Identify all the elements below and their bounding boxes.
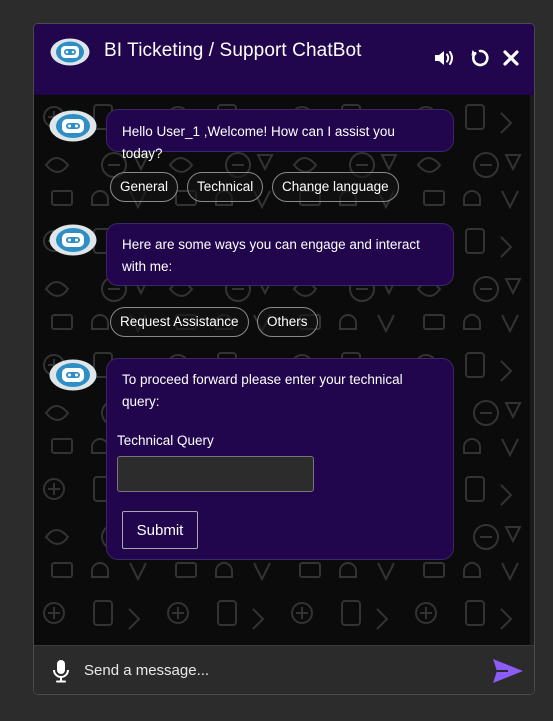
message-input[interactable]	[84, 656, 474, 684]
option-technical-chip[interactable]: Technical	[187, 172, 264, 202]
microphone-icon[interactable]	[52, 659, 70, 688]
technical-query-label: Technical Query	[117, 433, 214, 448]
submit-button[interactable]: Submit	[122, 511, 198, 549]
bot-message: Hello User_1 ,Welcome! How can I assist …	[106, 109, 454, 161]
refresh-icon[interactable]	[468, 46, 492, 70]
option-change-language-chip[interactable]: Change language	[272, 172, 399, 202]
bot-avatar	[49, 359, 97, 396]
message-text: To proceed forward please enter your tec…	[122, 372, 403, 409]
send-icon[interactable]	[492, 658, 524, 689]
bot-message: Here are some ways you can engage and in…	[106, 223, 454, 286]
option-request-assistance-chip[interactable]: Request Assistance	[110, 307, 249, 337]
close-icon[interactable]	[499, 46, 523, 70]
message-text: Here are some ways you can engage and in…	[122, 237, 420, 274]
bot-avatar	[49, 110, 97, 147]
option-others-chip[interactable]: Others	[257, 307, 318, 337]
speaker-icon[interactable]	[432, 46, 456, 70]
option-general-chip[interactable]: General	[110, 172, 179, 202]
chatbot-window: BI Ticketing / Support ChatBot Hello Use…	[33, 23, 535, 695]
technical-query-input[interactable]	[117, 456, 314, 492]
chat-header: BI Ticketing / Support ChatBot	[34, 24, 534, 95]
message-composer	[34, 645, 534, 694]
technical-query-form-message: To proceed forward please enter your tec…	[106, 358, 454, 560]
bot-avatar	[49, 224, 97, 261]
chat-body[interactable]: Hello User_1 ,Welcome! How can I assist …	[34, 95, 530, 645]
chat-scrollbar[interactable]	[530, 95, 534, 645]
chat-title: BI Ticketing / Support ChatBot	[104, 40, 362, 61]
bot-logo-icon	[50, 38, 90, 71]
